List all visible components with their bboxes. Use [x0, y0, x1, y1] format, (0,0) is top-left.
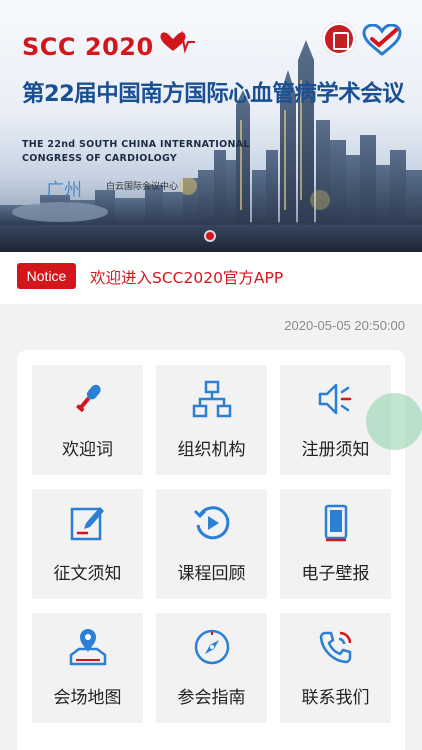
speaker-icon [318, 383, 352, 415]
org-chart-icon [192, 380, 232, 418]
heartbeat-icon [160, 30, 195, 54]
conference-title-en-line1: THE 22nd SOUTH CHINA INTERNATIONAL [22, 139, 250, 150]
map-pin-icon [69, 629, 107, 666]
menu-item-contact[interactable]: 联系我们 [280, 613, 391, 723]
conference-title-en: THE 22nd SOUTH CHINA INTERNATIONAL CONGR… [22, 138, 250, 166]
replay-icon [193, 506, 230, 540]
tablet-icon [324, 504, 348, 542]
edit-document-icon [70, 507, 104, 541]
floating-assistive-button[interactable] [366, 393, 422, 450]
menu-item-guide[interactable]: 参会指南 [156, 613, 267, 723]
menu-item-label: 会场地图 [53, 688, 122, 708]
menu-item-label: 征文须知 [53, 564, 122, 584]
notice-badge: Notice [17, 263, 76, 289]
menu-item-label: 参会指南 [177, 688, 246, 708]
society-seal-icon [322, 22, 356, 56]
conference-title-en-line2: CONGRESS OF CARDIOLOGY [22, 153, 178, 164]
menu-item-welcome[interactable]: 欢迎词 [32, 365, 143, 475]
menu-item-label: 联系我们 [301, 688, 370, 708]
menu-item-e-poster[interactable]: 电子壁报 [280, 489, 391, 599]
carousel-indicator[interactable] [206, 232, 214, 240]
conference-banner[interactable]: SCC 2020 第22届中国南方国际心血管病学术会议 THE 22nd SOU… [0, 0, 422, 252]
venue-name: 白云国际会议中心 [106, 182, 179, 192]
microphone-icon [76, 384, 101, 412]
menu-item-organization[interactable]: 组织机构 [156, 365, 267, 475]
menu-item-label: 组织机构 [177, 440, 246, 460]
phone-icon [319, 631, 352, 664]
scc-logo-text: SCC 2020 [22, 33, 154, 61]
menu-item-label: 课程回顾 [177, 564, 246, 584]
menu-item-label: 欢迎词 [62, 440, 113, 460]
conference-title-cn: 第22届中国南方国际心血管病学术会议 [22, 81, 405, 107]
menu-item-course-review[interactable]: 课程回顾 [156, 489, 267, 599]
notice-text[interactable]: 欢迎进入SCC2020官方APP [90, 266, 283, 288]
compass-icon [194, 629, 230, 665]
menu-item-label: 电子壁报 [301, 564, 370, 584]
menu-grid: 欢迎词 组织机构 注册须知 征文须知 课程回顾 电子壁报 会场地图 参会指南 联… [17, 350, 405, 750]
menu-item-venue-map[interactable]: 会场地图 [32, 613, 143, 723]
cardiology-heart-logo-icon [362, 24, 402, 56]
menu-item-paper-call[interactable]: 征文须知 [32, 489, 143, 599]
datetime-label: 2020-05-05 20:50:00 [284, 318, 405, 333]
city-name: 广州 [46, 180, 82, 201]
